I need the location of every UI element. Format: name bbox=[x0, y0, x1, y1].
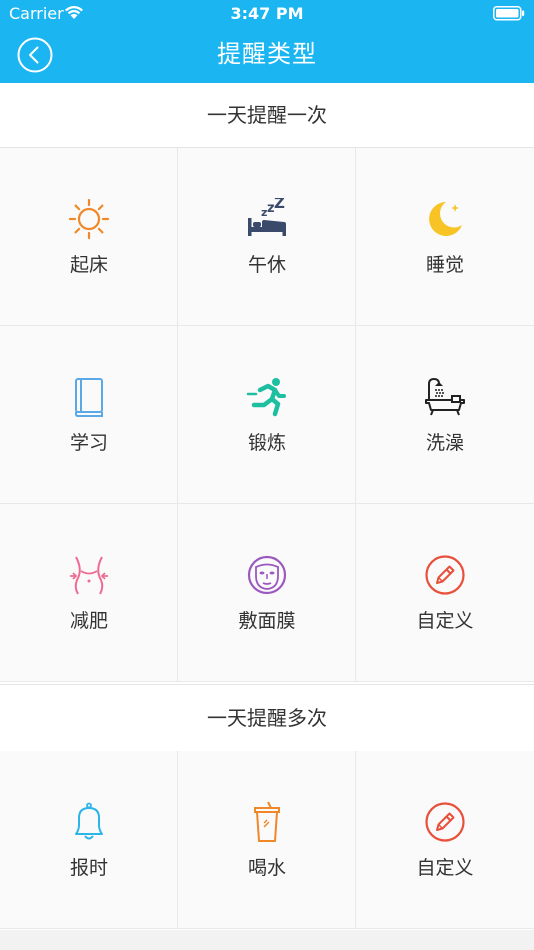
reminder-option-label: 自定义 bbox=[416, 857, 474, 879]
reminder-option-custom-multiple[interactable]: 自定义 bbox=[356, 751, 534, 929]
status-bar: Carrier 3:47 PM bbox=[0, 0, 534, 28]
battery-icon bbox=[493, 6, 525, 25]
reminder-grid-multiple: 报时 喝水 自定义 bbox=[0, 751, 534, 930]
status-time: 3:47 PM bbox=[230, 4, 304, 23]
reminder-option-label: 喝水 bbox=[247, 857, 286, 879]
runner-icon bbox=[178, 376, 356, 418]
reminder-option-bath[interactable]: 洗澡 bbox=[356, 326, 534, 504]
reminder-option-wake-up[interactable]: 起床 bbox=[0, 148, 178, 326]
moon-icon bbox=[356, 198, 534, 240]
reminder-option-exercise[interactable]: 锻炼 bbox=[178, 326, 356, 504]
svg-text:Z: Z bbox=[274, 198, 285, 212]
section-header-multiple: 一天提醒多次 bbox=[0, 684, 534, 752]
bathtub-icon bbox=[356, 376, 534, 418]
reminder-option-label: 午休 bbox=[247, 254, 286, 276]
pencil-icon bbox=[356, 554, 534, 596]
section-header-once: 一天提醒一次 bbox=[0, 83, 534, 148]
reminder-option-label: 敷面膜 bbox=[238, 610, 296, 632]
face-mask-icon bbox=[178, 554, 356, 596]
page-title: 提醒类型 bbox=[217, 40, 317, 68]
reminder-option-study[interactable]: 学习 bbox=[0, 326, 178, 504]
reminder-option-label: 自定义 bbox=[416, 610, 474, 632]
reminder-option-custom[interactable]: 自定义 bbox=[356, 504, 534, 682]
cup-icon bbox=[178, 801, 356, 843]
reminder-option-sleep[interactable]: 睡觉 bbox=[356, 148, 534, 326]
reminder-option-label: 减肥 bbox=[69, 610, 108, 632]
navigation-bar: 提醒类型 bbox=[0, 28, 534, 83]
reminder-option-label: 锻炼 bbox=[247, 432, 286, 454]
pencil-icon bbox=[356, 801, 534, 843]
bottom-spacer bbox=[0, 930, 534, 950]
reminder-option-face-mask[interactable]: 敷面膜 bbox=[178, 504, 356, 682]
sun-icon bbox=[0, 198, 178, 240]
reminder-option-label: 学习 bbox=[69, 432, 108, 454]
reminder-grid-once: 起床 z z Z 午休 睡觉 学习 锻炼 洗澡 减肥 敷面膜 自定义 bbox=[0, 148, 534, 683]
book-icon bbox=[0, 376, 178, 418]
reminder-option-label: 洗澡 bbox=[425, 432, 464, 454]
reminder-option-weight-loss[interactable]: 减肥 bbox=[0, 504, 178, 682]
reminder-option-drink-water[interactable]: 喝水 bbox=[178, 751, 356, 929]
bell-icon bbox=[0, 801, 178, 843]
reminder-option-label: 睡觉 bbox=[425, 254, 464, 276]
bed-icon: z z Z bbox=[178, 198, 356, 240]
reminder-option-time-announce[interactable]: 报时 bbox=[0, 751, 178, 929]
reminder-option-label: 报时 bbox=[69, 857, 108, 879]
reminder-option-nap[interactable]: z z Z 午休 bbox=[178, 148, 356, 326]
waist-icon bbox=[0, 554, 178, 596]
reminder-option-label: 起床 bbox=[69, 254, 108, 276]
